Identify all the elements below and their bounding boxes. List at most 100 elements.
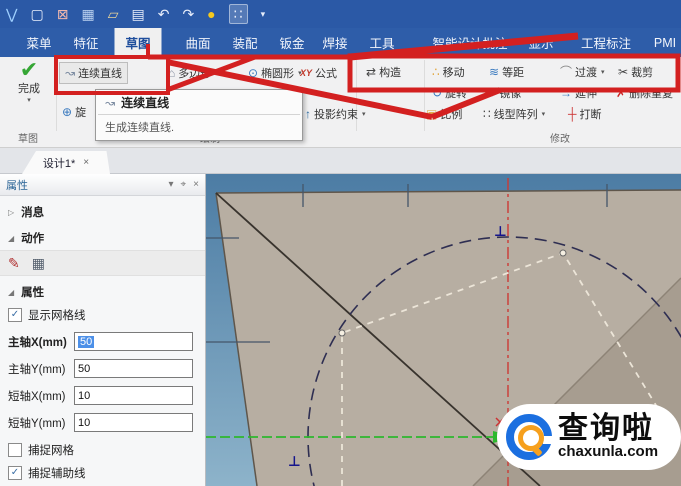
continuous-line-label: 连续直线 [78, 68, 123, 80]
break-button[interactable]: ┼ 打断 [568, 105, 602, 123]
snap-grid-label: 捕捉网格 [28, 445, 74, 457]
continuous-line-button[interactable]: ↝ 连续直线 [59, 62, 129, 84]
tooltip-continuous-line: ↝ 连续直线 生成连续直线. [95, 89, 303, 141]
section-actions-label: 动作 [21, 233, 45, 245]
close-icon[interactable]: × [193, 179, 199, 190]
section-actions[interactable]: ◢ 动作 [0, 228, 205, 248]
pattern-toggle-icon[interactable]: ∷ [228, 4, 248, 24]
perpendicular-constraint-icon: ⊥ [494, 223, 507, 239]
chevron-down-icon: ▾ [27, 97, 31, 104]
section-properties[interactable]: ◢ 属性 [0, 282, 205, 302]
delete-duplicates-button[interactable]: ✗ 删除重复 [616, 84, 673, 102]
tab-sketch[interactable]: 草图 [114, 28, 162, 57]
redo-icon[interactable]: ↷ [182, 7, 194, 21]
section-messages[interactable]: ▷ 消息 [0, 202, 205, 222]
tab-feature[interactable]: 特征 [73, 28, 98, 57]
save-icon[interactable]: ▤ [131, 7, 144, 21]
fillet-icon: ⌒ [560, 65, 573, 79]
panel-header: 属性 ▾ ⌖ × [0, 174, 205, 196]
construction-button[interactable]: ⇄ 构造 [366, 63, 401, 81]
expanded-triangle-icon: ◢ [8, 287, 15, 297]
tab-pmi[interactable]: PMI [654, 28, 676, 57]
formula-icon: XY [300, 67, 313, 78]
tooltip-title: 连续直线 [121, 96, 170, 110]
tab-drafting[interactable]: 工程标注 [581, 28, 631, 57]
import-icon[interactable]: ⊠ [57, 7, 69, 21]
tab-sheetmetal[interactable]: 钣金 [279, 28, 304, 57]
minor-axis-y-row: 短轴Y(mm) 10 [0, 412, 205, 433]
chevron-down-icon: ▾ [362, 111, 366, 118]
polygon-icon: ⌂ [168, 66, 176, 80]
offset-icon: ≋ [489, 65, 500, 79]
tab-surface[interactable]: 曲面 [185, 28, 210, 57]
tab-smart-annotation[interactable]: 智能设计批注 [432, 28, 507, 57]
major-axis-y-input[interactable]: 50 [74, 359, 193, 378]
close-icon[interactable]: × [83, 157, 89, 168]
export-image-icon[interactable]: ▦ [81, 7, 94, 21]
linear-pattern-button[interactable]: ∷ 线型阵列 ▾ [483, 105, 545, 123]
delete-duplicates-label: 删除重复 [629, 88, 674, 100]
projection-constraint-button[interactable]: ↑ 投影约束 ▾ [305, 105, 366, 123]
mirror-button[interactable]: ◐ 镜像 [489, 84, 521, 102]
finish-sketch-button[interactable]: ✔ 完成 ▾ [6, 59, 52, 105]
major-axis-y-label: 主轴Y(mm) [8, 363, 66, 376]
panel-menu-icon[interactable]: ▾ [168, 179, 173, 190]
break-icon: ┼ [568, 107, 577, 121]
snap-grid-checkbox[interactable] [8, 443, 22, 457]
panel-title: 属性 [6, 179, 28, 192]
projection-constraint-icon: ↑ [305, 107, 311, 121]
minor-axis-x-input[interactable]: 10 [74, 386, 193, 405]
grid-table-icon[interactable]: ▦ [32, 255, 45, 272]
snap-guides-checkbox[interactable]: ✓ [8, 466, 22, 480]
extend-button[interactable]: → 延伸 [560, 84, 597, 102]
rotate-curve-button[interactable]: ⊕ 旋 [62, 103, 86, 121]
scale-button[interactable]: ▣ 比例 [426, 105, 462, 123]
rotate-label: 旋转 [445, 88, 468, 100]
properties-panel: 属性 ▾ ⌖ × ▷ 消息 ◢ 动作 ✎ ▦ ◢ 属性 ✓ 显示网格线 主轴X(… [0, 174, 206, 486]
tab-display[interactable]: 显示 [528, 28, 553, 57]
move-icon: ∴ [432, 65, 440, 79]
tab-assembly[interactable]: 装配 [232, 28, 257, 57]
section-properties-label: 属性 [21, 287, 45, 299]
snap-guides-label: 捕捉辅助线 [28, 468, 86, 480]
more-icon[interactable]: ▾ [261, 9, 266, 19]
major-axis-x-input[interactable]: 50 [74, 332, 193, 351]
mirror-icon: ◐ [489, 86, 497, 100]
minor-axis-y-input[interactable]: 10 [74, 413, 193, 432]
formula-button[interactable]: XY 公式 [300, 64, 337, 82]
action-icons-row: ✎ ▦ [0, 250, 205, 276]
show-gridlines-label: 显示网格线 [28, 310, 86, 322]
move-button[interactable]: ∴ 移动 [432, 63, 465, 81]
vertex-marker[interactable] [338, 329, 346, 337]
ellipse-label: 椭圆形 [261, 68, 295, 80]
rotate-icon: ↻ [432, 86, 443, 100]
minor-axis-x-row: 短轴X(mm) 10 [0, 385, 205, 406]
assistant-icon[interactable]: ● [207, 7, 215, 21]
pin-icon[interactable]: ⌖ [181, 179, 187, 190]
trim-label: 裁剪 [631, 67, 654, 79]
tab-tools[interactable]: 工具 [369, 28, 394, 57]
trim-button[interactable]: ✂ 裁剪 [618, 63, 653, 81]
polygon-button[interactable]: ⌂ 多边形 [168, 64, 211, 82]
ellipse-button[interactable]: ⊙ 椭圆形 ▾ [248, 64, 302, 82]
open-folder-icon[interactable]: ▱ [108, 7, 119, 21]
show-gridlines-checkbox[interactable]: ✓ [8, 308, 22, 322]
undo-icon[interactable]: ↶ [158, 7, 170, 21]
tab-menu[interactable]: 菜单 [26, 28, 51, 57]
edit-sketch-icon[interactable]: ✎ [8, 255, 20, 272]
construction-label: 构造 [379, 67, 402, 79]
rotate-button[interactable]: ↻ 旋转 [432, 84, 467, 102]
new-file-icon[interactable]: ▢ [30, 7, 43, 21]
continuous-line-icon: ↝ [105, 95, 116, 110]
show-gridlines-row: ✓ 显示网格线 [0, 305, 205, 325]
minor-axis-y-label: 短轴Y(mm) [8, 417, 66, 430]
document-tab-design1[interactable]: 设计1* × [22, 151, 110, 174]
snap-grid-row: 捕捉网格 [0, 440, 205, 460]
document-tab-bar: 设计1* × [0, 148, 681, 174]
minor-axis-x-label: 短轴X(mm) [8, 390, 66, 403]
vertex-marker[interactable] [559, 249, 567, 257]
offset-button[interactable]: ≋ 等距 [489, 63, 524, 81]
move-label: 移动 [442, 67, 465, 79]
tab-weld[interactable]: 焊接 [322, 28, 347, 57]
fillet-button[interactable]: ⌒ 过渡 ▾ [560, 63, 605, 81]
